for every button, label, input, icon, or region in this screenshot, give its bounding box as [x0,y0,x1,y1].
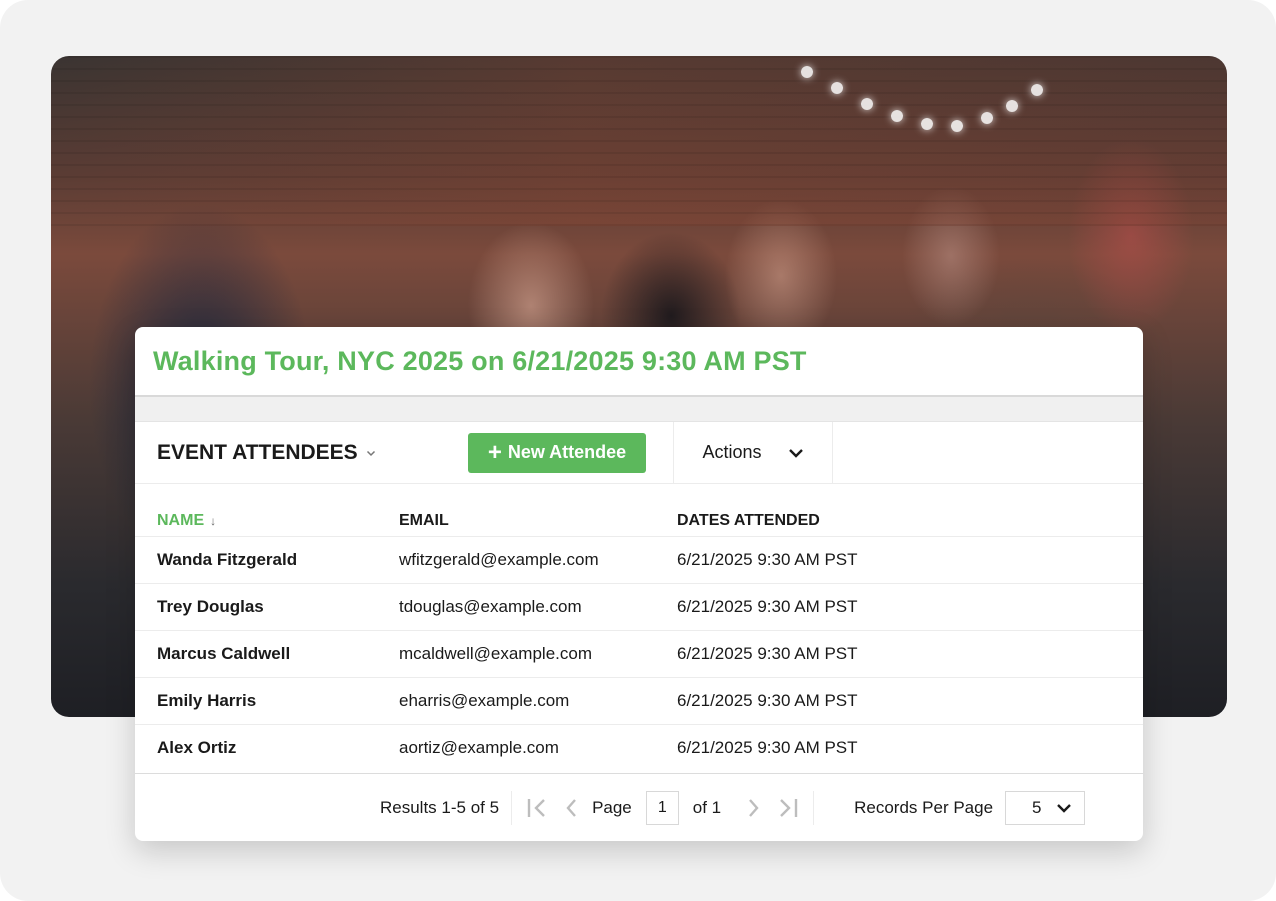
cell-email: eharris@example.com [399,676,677,724]
records-per-page: Records Per Page 5 [814,790,1086,825]
cell-dates: 6/21/2025 9:30 AM PST [677,676,1143,724]
cell-email: wfitzgerald@example.com [399,535,677,583]
column-header-email[interactable]: EMAIL [399,484,677,536]
toolbar: EVENT ATTENDEES + New Attendee Actions [135,422,1143,484]
chevron-right-icon[interactable] [747,797,761,819]
attendees-table: NAME ↓ EMAIL DATES ATTENDED Wanda Fitzger… [135,484,1143,771]
last-page-icon[interactable] [775,797,799,819]
rpp-select[interactable]: 5 [1005,790,1086,825]
actions-label: Actions [702,442,762,462]
table-row[interactable]: Wanda Fitzgerald wfitzgerald@example.com… [135,535,1143,583]
cell-dates: 6/21/2025 9:30 AM PST [677,723,1143,771]
section-title-menu[interactable]: EVENT ATTENDEES [135,422,468,483]
pager: Page 1 of 1 [512,790,815,825]
results-count: Results 1-5 of 5 [380,790,513,825]
table-row[interactable]: Marcus Caldwell mcaldwell@example.com 6/… [135,629,1143,677]
cell-name: Trey Douglas [135,582,399,630]
new-attendee-label: New Attendee [507,442,627,462]
cell-name: Alex Ortiz [135,723,399,771]
column-header-name[interactable]: NAME ↓ [135,484,399,536]
rpp-label: Records Per Page [854,797,994,817]
page-label: Page [592,797,632,817]
new-attendee-button[interactable]: + New Attendee [468,432,646,473]
new-button-wrap: + New Attendee [468,422,673,483]
page-of-label: of 1 [692,797,722,817]
chevron-down-icon [366,450,375,456]
first-page-icon[interactable] [526,797,550,819]
event-title: Walking Tour, NYC 2025 on 6/21/2025 9:30… [153,345,807,376]
cell-name: Emily Harris [135,676,399,724]
rpp-value: 5 [1032,797,1042,817]
cell-dates: 6/21/2025 9:30 AM PST [677,535,1143,583]
chevron-down-icon [1057,803,1071,813]
cell-name: Wanda Fitzgerald [135,535,399,583]
string-lights [791,56,1051,146]
cell-email: mcaldwell@example.com [399,629,677,677]
table-row[interactable]: Alex Ortiz aortiz@example.com 6/21/2025 … [135,723,1143,771]
plus-icon: + [487,438,502,466]
cell-email: tdouglas@example.com [399,582,677,630]
cell-email: aortiz@example.com [399,723,677,771]
card-header: Walking Tour, NYC 2025 on 6/21/2025 9:30… [135,327,1143,397]
column-header-dates[interactable]: DATES ATTENDED [677,484,1143,536]
page-number-input[interactable]: 1 [645,790,679,825]
attendees-card: Walking Tour, NYC 2025 on 6/21/2025 9:30… [135,327,1143,841]
cell-name: Marcus Caldwell [135,629,399,677]
arrow-down-icon: ↓ [210,513,217,528]
pagination-bar: Results 1-5 of 5 Page 1 of 1 Records Per… [135,773,1143,841]
header-divider-band [135,397,1143,422]
table-row[interactable]: Emily Harris eharris@example.com 6/21/20… [135,676,1143,724]
chevron-down-icon [788,448,803,458]
chevron-left-icon[interactable] [564,797,578,819]
table-header-row: NAME ↓ EMAIL DATES ATTENDED [135,484,1143,536]
section-title: EVENT ATTENDEES [157,440,358,464]
table-row[interactable]: Trey Douglas tdouglas@example.com 6/21/2… [135,582,1143,630]
cell-dates: 6/21/2025 9:30 AM PST [677,582,1143,630]
actions-dropdown[interactable]: Actions [673,422,833,483]
cell-dates: 6/21/2025 9:30 AM PST [677,629,1143,677]
